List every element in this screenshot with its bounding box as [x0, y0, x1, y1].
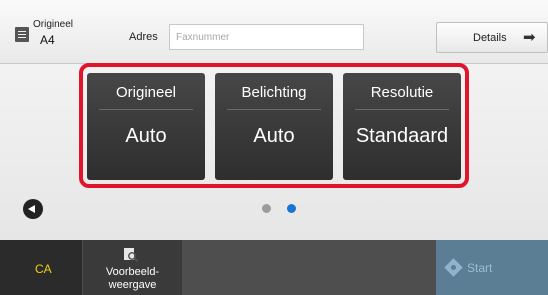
start-diamond-icon — [444, 258, 463, 277]
preview-label-line-1: Voorbeeld- — [105, 266, 160, 278]
details-label: Details — [473, 32, 507, 44]
divider — [227, 109, 321, 110]
page-indicator-dot[interactable] — [262, 204, 271, 213]
ca-label: CA — [35, 262, 52, 276]
magnifier-icon — [124, 248, 139, 263]
top-bar: Origineel A4 Adres Details ➡ — [0, 0, 548, 64]
page-indicator-dot-active[interactable] — [287, 204, 296, 213]
address-label: Adres — [129, 31, 158, 43]
original-function-key[interactable]: Origineel Auto — [87, 73, 205, 180]
function-value: Auto — [125, 125, 167, 147]
exposure-function-key[interactable]: Belichting Auto — [215, 73, 333, 180]
resolution-function-key[interactable]: Resolutie Standaard — [343, 73, 461, 180]
ca-button[interactable]: CA — [0, 240, 82, 295]
details-button[interactable]: Details ➡ — [436, 22, 548, 53]
function-value: Auto — [253, 125, 295, 147]
original-label: Origineel — [33, 19, 74, 30]
original-size: A4 — [40, 33, 55, 47]
function-label: Resolutie — [370, 84, 434, 101]
function-label: Origineel — [115, 84, 177, 101]
preview-label: Voorbeeld- weergave — [83, 266, 182, 292]
start-label: Start — [467, 261, 493, 275]
function-value: Standaard — [355, 125, 449, 147]
divider — [99, 109, 193, 110]
preview-label-line-2: weergave — [108, 279, 157, 291]
fax-number-input[interactable] — [169, 24, 364, 50]
function-label: Belichting — [241, 84, 307, 101]
start-button[interactable]: Start — [436, 240, 548, 295]
document-icon — [15, 27, 29, 42]
arrow-right-icon: ➡ — [523, 29, 536, 46]
preview-button[interactable]: Voorbeeld- weergave — [83, 240, 182, 295]
chevron-left-icon[interactable] — [23, 199, 43, 219]
divider — [355, 109, 449, 110]
